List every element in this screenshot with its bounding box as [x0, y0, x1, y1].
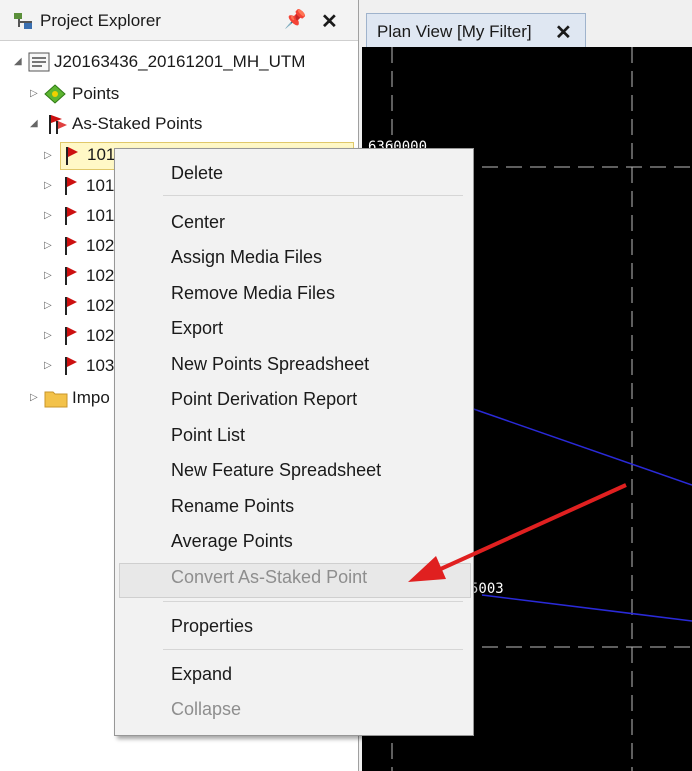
collapse-arrow-icon[interactable]: ◢ [30, 118, 40, 130]
folder-icon [44, 391, 68, 408]
menu-item-new-points-spreadsheet[interactable]: New Points Spreadsheet [171, 354, 369, 375]
point-label: 101 [86, 206, 115, 225]
red-flag-icon [65, 237, 77, 255]
point-label: 102 [86, 296, 115, 315]
tree-item-point[interactable]: ▷ 102 [40, 292, 120, 320]
tree-item-project[interactable]: ◢ J20163436_20161201_MH_UTM [0, 48, 358, 76]
menu-item-expand[interactable]: Expand [171, 664, 232, 685]
menu-separator [163, 601, 463, 602]
red-flag-icon [65, 177, 77, 195]
menu-item-average-points[interactable]: Average Points [171, 531, 293, 552]
point-label: 102 [86, 236, 115, 255]
context-menu: Delete Center Assign Media Files Remove … [114, 148, 474, 736]
menu-item-rename-points[interactable]: Rename Points [171, 496, 294, 517]
coordinate-label: 5003 [470, 581, 504, 597]
point-label: 103 [86, 356, 115, 375]
menu-item-new-feature-spreadsheet[interactable]: New Feature Spreadsheet [171, 460, 381, 481]
point-label: 101 [86, 176, 115, 195]
tree-item-imports[interactable]: ▷ Impo [0, 384, 120, 412]
project-label: J20163436_20161201_MH_UTM [54, 52, 306, 71]
menu-item-export[interactable]: Export [171, 318, 223, 339]
points-icon [44, 84, 66, 104]
as-staked-points-label: As-Staked Points [72, 114, 203, 133]
tab-plan-view-label: Plan View [My Filter] [377, 22, 532, 41]
imports-label: Impo [72, 388, 110, 407]
expand-arrow-icon[interactable]: ▷ [44, 210, 54, 222]
tab-plan-view[interactable]: Plan View [My Filter] ✕ [366, 13, 586, 48]
menu-item-convert-as-staked-point: Convert As-Staked Point [171, 567, 368, 587]
menu-item-point-list[interactable]: Point List [171, 425, 245, 446]
project-icon [28, 52, 50, 72]
tree-item-point[interactable]: ▷ 102 [40, 322, 120, 350]
tree-item-as-staked-points[interactable]: ◢ As-Staked Points [0, 110, 358, 138]
menu-item-center[interactable]: Center [171, 212, 225, 233]
expand-arrow-icon[interactable]: ▷ [44, 270, 54, 282]
project-explorer-icon [14, 13, 32, 29]
tree-item-point[interactable]: ▷ 102 [40, 262, 120, 290]
collapse-arrow-icon[interactable]: ◢ [14, 56, 24, 68]
menu-item-delete[interactable]: Delete [171, 163, 223, 184]
close-icon[interactable]: ✕ [555, 20, 572, 45]
point-label: 102 [86, 326, 115, 345]
point-label: 102 [86, 266, 115, 285]
pin-icon[interactable]: 📌 [284, 9, 306, 30]
tree-item-point[interactable]: ▷ 103 [40, 352, 120, 380]
menu-item-remove-media-files[interactable]: Remove Media Files [171, 283, 335, 304]
red-flag-icon [66, 147, 78, 165]
tree-item-point[interactable]: ▷ 102 [40, 232, 120, 260]
expand-arrow-icon[interactable]: ▷ [44, 360, 54, 372]
menu-separator [163, 195, 463, 196]
menu-item-collapse: Collapse [171, 699, 242, 719]
red-flag-icon [65, 357, 77, 375]
close-icon[interactable]: ✕ [321, 9, 338, 34]
points-label: Points [72, 84, 120, 103]
explorer-header: Project Explorer 📌 ✕ [0, 0, 358, 41]
tree-item-point[interactable]: ▷ 101 [40, 202, 120, 230]
explorer-title: Project Explorer [40, 11, 161, 30]
expand-arrow-icon[interactable]: ▷ [44, 150, 54, 162]
tree-item-point[interactable]: ▷ 101 [40, 172, 120, 200]
red-flag-icon [65, 297, 77, 315]
expand-arrow-icon[interactable]: ▷ [30, 88, 40, 100]
expand-arrow-icon[interactable]: ▷ [30, 392, 40, 404]
expand-arrow-icon[interactable]: ▷ [44, 240, 54, 252]
menu-item-point-derivation-report[interactable]: Point Derivation Report [171, 389, 357, 410]
menu-item-properties[interactable]: Properties [171, 616, 253, 637]
expand-arrow-icon[interactable]: ▷ [44, 300, 54, 312]
red-flag-icon [65, 267, 77, 285]
tree-item-points[interactable]: ▷ Points [0, 80, 358, 108]
menu-separator [163, 649, 463, 650]
red-flag-icon [65, 327, 77, 345]
as-staked-flags-icon [49, 115, 67, 134]
menu-item-assign-media-files[interactable]: Assign Media Files [171, 247, 322, 268]
red-flag-icon [65, 207, 77, 225]
expand-arrow-icon[interactable]: ▷ [44, 180, 54, 192]
expand-arrow-icon[interactable]: ▷ [44, 330, 54, 342]
